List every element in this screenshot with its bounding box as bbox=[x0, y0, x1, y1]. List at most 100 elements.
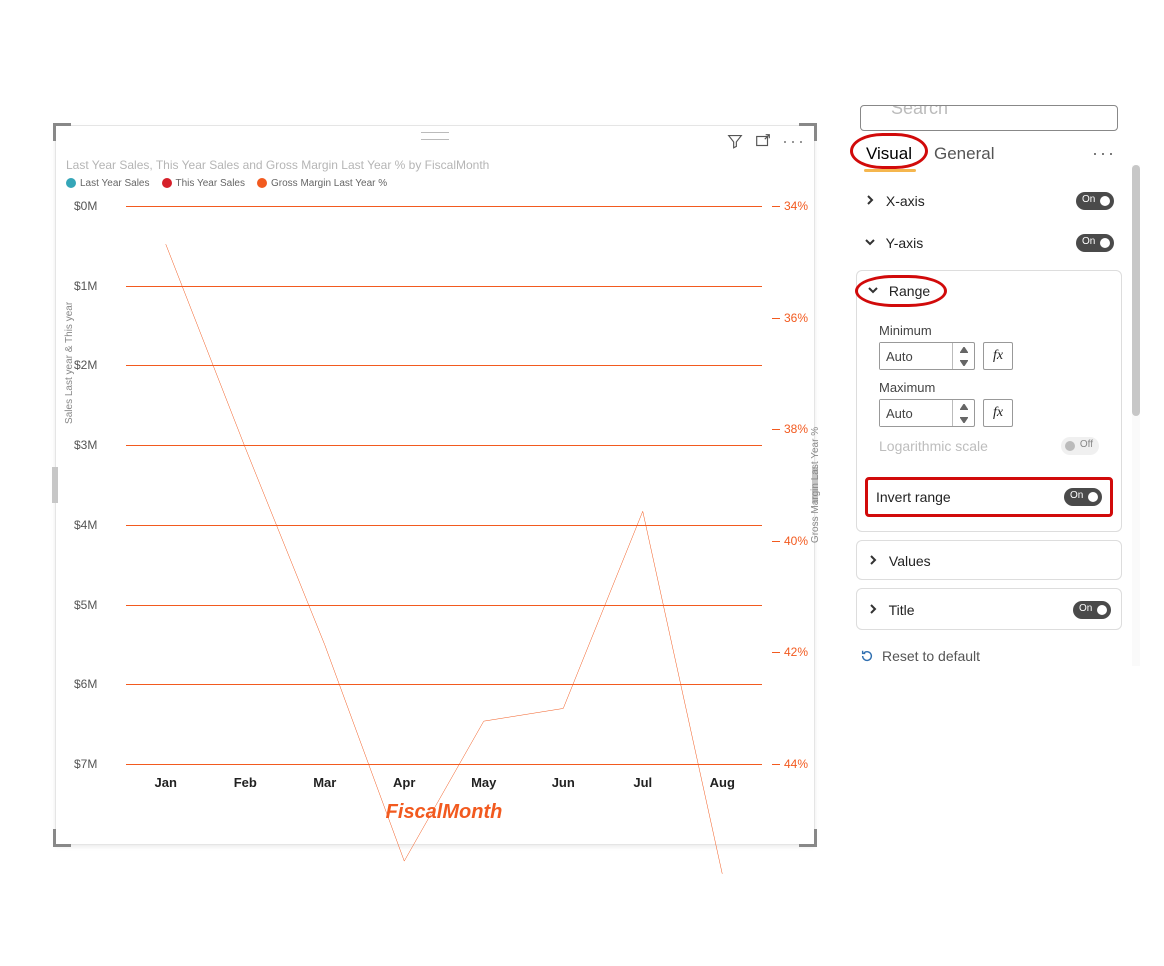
reset-label: Reset to default bbox=[882, 648, 980, 664]
resize-handle-bl[interactable] bbox=[53, 829, 71, 847]
toggle-label: On bbox=[1082, 236, 1095, 247]
y-left-tick: $3M bbox=[74, 438, 97, 452]
y-right-tick: 44% bbox=[784, 757, 808, 771]
step-up-icon[interactable] bbox=[953, 343, 974, 356]
x-tick: Jan bbox=[126, 775, 206, 790]
x-tick: Apr bbox=[365, 775, 445, 790]
resize-handle-tl[interactable] bbox=[53, 123, 71, 141]
title-card[interactable]: Title On bbox=[856, 588, 1122, 630]
maximum-label: Maximum bbox=[879, 380, 1099, 395]
filter-icon[interactable] bbox=[726, 132, 744, 155]
legend-swatch bbox=[66, 178, 76, 188]
focus-mode-icon[interactable] bbox=[754, 132, 772, 155]
toggle-label: Off bbox=[1080, 439, 1093, 450]
more-options-icon[interactable]: ··· bbox=[782, 132, 806, 155]
section-x-axis[interactable]: X-axis On bbox=[856, 182, 1122, 220]
x-tick: Mar bbox=[285, 775, 365, 790]
legend-label: This Year Sales bbox=[176, 178, 246, 189]
legend-swatch bbox=[162, 178, 172, 188]
y-left-tick: $7M bbox=[74, 757, 97, 771]
chart-visual-card[interactable]: ··· Last Year Sales, This Year Sales and… bbox=[55, 125, 815, 845]
bar-group: Jun bbox=[524, 206, 604, 764]
minimum-label: Minimum bbox=[879, 323, 1099, 338]
toggle-title[interactable]: On bbox=[1073, 601, 1111, 619]
fx-button[interactable]: fx bbox=[983, 399, 1013, 427]
y-left-tick: $2M bbox=[74, 358, 97, 372]
pane-scrollbar[interactable] bbox=[1132, 165, 1140, 666]
minimum-input[interactable] bbox=[879, 342, 975, 370]
chevron-right-icon bbox=[864, 193, 876, 209]
minimum-value[interactable] bbox=[880, 343, 952, 369]
y-right-tick: 42% bbox=[784, 645, 808, 659]
search-input[interactable]: Search bbox=[860, 105, 1118, 131]
bar-group: Jul bbox=[603, 206, 683, 764]
bar-group: Mar bbox=[285, 206, 365, 764]
tab-more-icon[interactable]: ··· bbox=[1090, 139, 1118, 168]
legend-label: Last Year Sales bbox=[80, 178, 150, 189]
tab-general[interactable]: General bbox=[932, 140, 996, 168]
resize-handle-br[interactable] bbox=[799, 829, 817, 847]
bar-group: Jan bbox=[126, 206, 206, 764]
step-down-icon[interactable] bbox=[953, 413, 974, 426]
invert-range-label: Invert range bbox=[876, 489, 951, 505]
maximum-input[interactable] bbox=[879, 399, 975, 427]
maximum-value[interactable] bbox=[880, 400, 952, 426]
toggle-x-axis[interactable]: On bbox=[1076, 192, 1114, 210]
toggle-y-axis[interactable]: On bbox=[1076, 234, 1114, 252]
scrollbar-thumb[interactable] bbox=[1132, 165, 1140, 416]
chart-legend: Last Year Sales This Year Sales Gross Ma… bbox=[66, 178, 387, 189]
chevron-down-icon bbox=[867, 283, 879, 299]
x-tick: Feb bbox=[206, 775, 286, 790]
bar-group: Feb bbox=[206, 206, 286, 764]
format-pane: Search Visual General ··· X-axis On Y-ax… bbox=[854, 105, 1124, 666]
drag-handle-icon[interactable] bbox=[421, 132, 449, 140]
toggle-label: On bbox=[1079, 603, 1092, 614]
y-left-tick: $4M bbox=[74, 518, 97, 532]
values-card[interactable]: Values bbox=[856, 540, 1122, 580]
resize-handle-left[interactable] bbox=[52, 467, 58, 503]
chevron-right-icon bbox=[867, 553, 879, 569]
reset-icon bbox=[860, 649, 874, 663]
section-label: Y-axis bbox=[886, 235, 924, 251]
x-tick: Jun bbox=[524, 775, 604, 790]
step-down-icon[interactable] bbox=[953, 356, 974, 369]
toggle-label: On bbox=[1070, 490, 1083, 501]
toggle-invert-range[interactable]: On bbox=[1064, 488, 1102, 506]
chart-title: Last Year Sales, This Year Sales and Gro… bbox=[66, 158, 489, 172]
y-left-tick: $6M bbox=[74, 677, 97, 691]
search-placeholder-remnant: Search bbox=[891, 105, 948, 118]
x-tick: Jul bbox=[603, 775, 683, 790]
title-label: Title bbox=[889, 602, 915, 618]
y-right-tick: 34% bbox=[784, 199, 808, 213]
step-up-icon[interactable] bbox=[953, 400, 974, 413]
chevron-down-icon bbox=[864, 235, 876, 251]
bar-group: Aug bbox=[683, 206, 763, 764]
bar-group: Apr bbox=[365, 206, 445, 764]
x-tick: May bbox=[444, 775, 524, 790]
invert-range-row: Invert range On bbox=[865, 477, 1113, 517]
y-right-tick: 36% bbox=[784, 311, 808, 325]
section-y-axis[interactable]: Y-axis On bbox=[856, 224, 1122, 262]
y-right-tick: 38% bbox=[784, 422, 808, 436]
y-left-tick: $5M bbox=[74, 598, 97, 612]
bar-group: May bbox=[444, 206, 524, 764]
legend-label: Gross Margin Last Year % bbox=[271, 178, 387, 189]
y-right-tick: 40% bbox=[784, 534, 808, 548]
log-scale-label: Logarithmic scale bbox=[879, 438, 988, 454]
fx-button[interactable]: fx bbox=[983, 342, 1013, 370]
toggle-label: On bbox=[1082, 194, 1095, 205]
legend-swatch bbox=[257, 178, 267, 188]
y-left-tick: $0M bbox=[74, 199, 97, 213]
plot-area: $0M$1M$2M$3M$4M$5M$6M$7M34%36%38%40%42%4… bbox=[126, 206, 762, 764]
reset-to-default[interactable]: Reset to default bbox=[854, 638, 1124, 666]
y-axis-range-card: Range Minimum fx Maximum bbox=[856, 270, 1122, 532]
range-label[interactable]: Range bbox=[889, 283, 930, 299]
toggle-log-scale: Off bbox=[1061, 437, 1099, 455]
y-right-axis-label: Gross Margin Last Year % bbox=[810, 427, 821, 543]
x-tick: Aug bbox=[683, 775, 763, 790]
section-label: X-axis bbox=[886, 193, 925, 209]
chevron-right-icon bbox=[867, 602, 879, 618]
values-label: Values bbox=[889, 553, 931, 569]
tab-visual[interactable]: Visual bbox=[864, 140, 914, 168]
y-left-tick: $1M bbox=[74, 279, 97, 293]
